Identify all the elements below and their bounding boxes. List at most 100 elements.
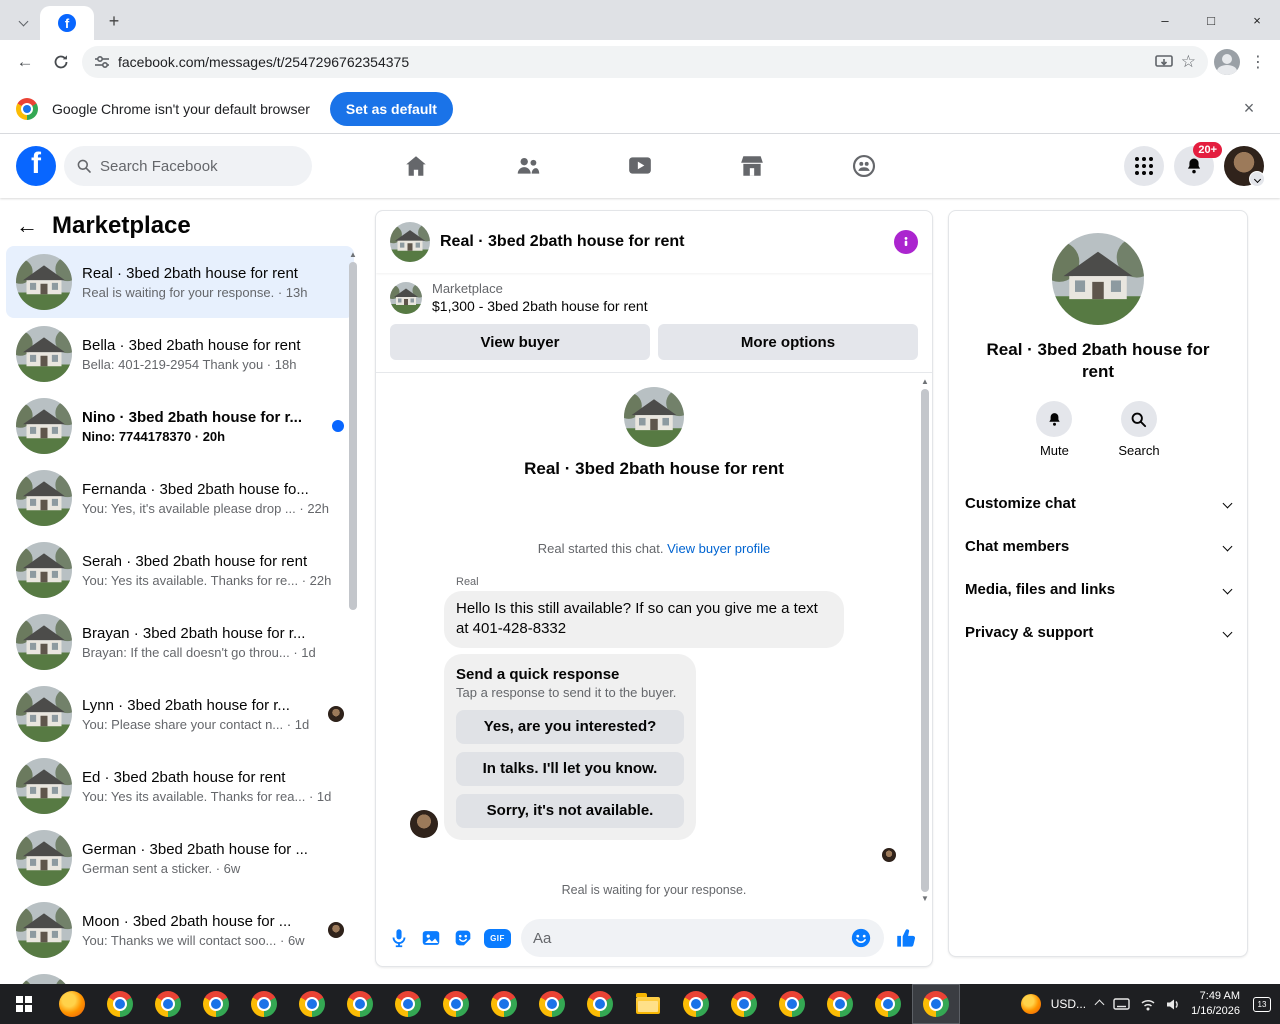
chrome-taskbar-button[interactable] <box>240 984 288 1024</box>
address-bar[interactable]: facebook.com/messages/t/2547296762354375… <box>82 46 1208 78</box>
reload-button[interactable] <box>46 47 76 77</box>
volume-icon[interactable] <box>1166 998 1181 1011</box>
chrome-taskbar-button[interactable] <box>528 984 576 1024</box>
scrollbar-thumb[interactable] <box>921 389 929 892</box>
chrome-taskbar-button[interactable] <box>432 984 480 1024</box>
conversation-info-icon[interactable] <box>894 230 918 254</box>
chat-list-item-partial[interactable] <box>6 966 354 984</box>
mute-action[interactable]: Mute <box>1036 401 1073 458</box>
friends-tab[interactable] <box>472 134 584 198</box>
action-center-button[interactable]: 13 <box>1250 992 1274 1016</box>
hidden-icons-chevron[interactable] <box>1094 999 1105 1009</box>
close-window-button[interactable]: × <box>1234 0 1280 40</box>
groups-tab[interactable] <box>808 134 920 198</box>
quick-reply-not-available-button[interactable]: Sorry, it's not available. <box>456 793 684 828</box>
chrome-taskbar-button[interactable] <box>288 984 336 1024</box>
more-options-button[interactable]: More options <box>658 324 918 360</box>
chrome-taskbar-button[interactable] <box>336 984 384 1024</box>
chrome-taskbar-button[interactable] <box>480 984 528 1024</box>
attach-photo-icon[interactable] <box>420 927 442 949</box>
browser-tab-facebook[interactable]: f <box>40 6 94 40</box>
watch-tab[interactable] <box>584 134 696 198</box>
scrollbar-thumb[interactable] <box>349 262 357 610</box>
section-customize-chat[interactable]: Customize chat <box>949 482 1247 525</box>
quick-reply-in-talks-button[interactable]: In talks. I'll let you know. <box>456 751 684 786</box>
back-button[interactable]: ← <box>10 47 40 77</box>
file-explorer-button[interactable] <box>624 984 672 1024</box>
browser-menu-icon[interactable]: ⋮ <box>1246 52 1270 72</box>
chat-list-item-bella[interactable]: Bella · 3bed 2bath house for rent Bella:… <box>6 318 354 390</box>
network-icon[interactable] <box>1140 998 1156 1011</box>
facebook-search[interactable] <box>64 146 312 186</box>
chrome-taskbar-button[interactable] <box>96 984 144 1024</box>
scroll-down-icon[interactable]: ▼ <box>921 894 929 904</box>
sticker-icon[interactable] <box>452 927 474 949</box>
conversation-header[interactable]: Real · 3bed 2bath house for rent <box>376 211 932 273</box>
taskbar-clock[interactable]: 7:49 AM 1/16/2026 <box>1191 989 1240 1019</box>
section-media-files-links[interactable]: Media, files and links <box>949 568 1247 611</box>
touch-keyboard-icon[interactable] <box>1113 997 1130 1011</box>
set-as-default-button[interactable]: Set as default <box>329 91 453 126</box>
quick-reply-interested-button[interactable]: Yes, are you interested? <box>456 709 684 744</box>
chat-list-item-serah[interactable]: Serah · 3bed 2bath house for rent You: Y… <box>6 534 354 606</box>
message-input-wrap[interactable] <box>521 919 884 957</box>
tray-app-label[interactable]: USD... <box>1051 997 1086 1011</box>
chat-list-item-lynn[interactable]: Lynn · 3bed 2bath house for r... You: Pl… <box>6 678 354 750</box>
start-button[interactable] <box>0 984 48 1024</box>
chrome-taskbar-button[interactable] <box>672 984 720 1024</box>
chrome-taskbar-button[interactable] <box>192 984 240 1024</box>
marketplace-tab[interactable] <box>696 134 808 198</box>
chat-list-scrollbar[interactable]: ▲ <box>348 250 358 610</box>
view-buyer-profile-link[interactable]: View buyer profile <box>667 541 770 556</box>
home-tab[interactable] <box>360 134 472 198</box>
notifications-button[interactable]: 20+ <box>1174 142 1222 186</box>
search-input[interactable] <box>100 157 280 175</box>
chat-list-item-nino[interactable]: Nino · 3bed 2bath house for r... Nino: 7… <box>6 390 354 462</box>
view-buyer-button[interactable]: View buyer <box>390 324 650 360</box>
install-app-icon[interactable] <box>1154 54 1173 70</box>
message-input[interactable] <box>533 929 850 947</box>
thumbs-up-icon[interactable] <box>894 925 920 951</box>
back-arrow-icon[interactable]: ← <box>16 213 38 239</box>
buyer-avatar[interactable] <box>410 809 438 838</box>
chrome-taskbar-button[interactable] <box>768 984 816 1024</box>
facebook-logo[interactable]: f <box>16 146 56 186</box>
chrome-taskbar-button[interactable] <box>384 984 432 1024</box>
scroll-up-icon[interactable]: ▲ <box>349 250 357 260</box>
tab-search-chevron-icon[interactable] <box>8 6 38 36</box>
chat-list-item-real[interactable]: Real · 3bed 2bath house for rent Real is… <box>6 246 354 318</box>
voice-clip-icon[interactable] <box>388 927 410 949</box>
chat-list-item-german[interactable]: German · 3bed 2bath house for ... German… <box>6 822 354 894</box>
chat-list-item-ed[interactable]: Ed · 3bed 2bath house for rent You: Yes … <box>6 750 354 822</box>
message-bubble[interactable]: Hello Is this still available? If so can… <box>444 591 844 648</box>
chrome-taskbar-button-active[interactable] <box>912 984 960 1024</box>
apps-menu-button[interactable] <box>1124 146 1164 186</box>
new-tab-button[interactable]: + <box>100 7 128 35</box>
dismiss-notice-icon[interactable]: × <box>1234 98 1264 119</box>
tray-firefox-icon[interactable] <box>1020 994 1041 1014</box>
chrome-taskbar-button[interactable] <box>720 984 768 1024</box>
chat-list-item-fernanda[interactable]: Fernanda · 3bed 2bath house fo... You: Y… <box>6 462 354 534</box>
profile-menu-avatar[interactable] <box>1224 146 1265 187</box>
chrome-icon <box>731 991 757 1017</box>
chat-list-item-brayan[interactable]: Brayan · 3bed 2bath house for r... Braya… <box>6 606 354 678</box>
chrome-taskbar-button[interactable] <box>864 984 912 1024</box>
chat-list-item-moon[interactable]: Moon · 3bed 2bath house for ... You: Tha… <box>6 894 354 966</box>
chat-item-preview: Nino: 7744178370 <box>82 428 192 444</box>
scroll-up-icon[interactable]: ▲ <box>921 377 929 387</box>
messages-scrollbar[interactable]: ▲ ▼ <box>920 377 930 904</box>
site-info-icon[interactable] <box>94 54 110 70</box>
bookmark-star-icon[interactable]: ☆ <box>1181 52 1196 72</box>
search-action[interactable]: Search <box>1118 401 1160 458</box>
chrome-taskbar-button[interactable] <box>816 984 864 1024</box>
browser-profile-avatar[interactable] <box>1214 49 1240 75</box>
section-chat-members[interactable]: Chat members <box>949 525 1247 568</box>
firefox-taskbar-button[interactable] <box>48 984 96 1024</box>
section-privacy-support[interactable]: Privacy & support <box>949 611 1247 654</box>
maximize-button[interactable]: □ <box>1188 0 1234 40</box>
minimize-button[interactable]: – <box>1142 0 1188 40</box>
emoji-icon[interactable] <box>850 927 872 949</box>
chrome-taskbar-button[interactable] <box>144 984 192 1024</box>
chrome-taskbar-button[interactable] <box>576 984 624 1024</box>
gif-icon[interactable]: GIF <box>484 928 511 948</box>
